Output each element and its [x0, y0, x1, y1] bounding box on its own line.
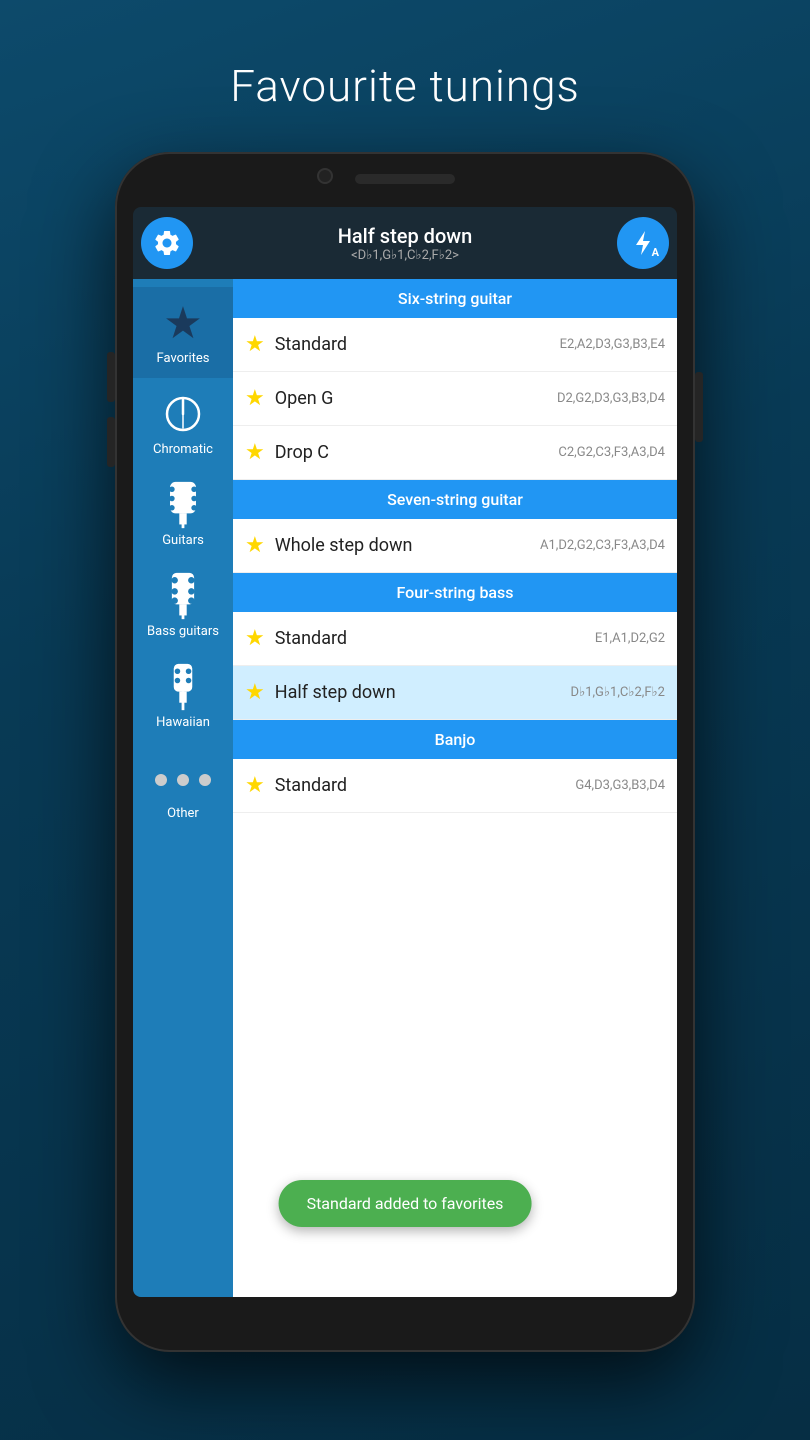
- star-whole-step-down[interactable]: ★: [245, 533, 265, 558]
- tuning-name-standard-bass: Standard: [275, 628, 595, 649]
- tuning-notes-half-step-down-bass: D♭1,G♭1,C♭2,F♭2: [571, 685, 665, 700]
- sidebar-label-guitars: Guitars: [162, 533, 204, 548]
- star-open-g[interactable]: ★: [245, 386, 265, 411]
- tuning-item-standard-6[interactable]: ★ Standard E2,A2,D3,G3,B3,E4: [233, 318, 677, 372]
- sidebar-item-chromatic[interactable]: Chromatic: [133, 378, 233, 469]
- tuning-notes-drop-c: C2,G2,C3,F3,A3,D4: [558, 445, 665, 460]
- sidebar-label-hawaiian: Hawaiian: [156, 715, 210, 730]
- tuning-list[interactable]: Six-string guitar ★ Standard E2,A2,D3,G3…: [233, 279, 677, 1297]
- tuning-notes-standard-bass: E1,A1,D2,G2: [595, 631, 665, 646]
- phone-vol-up: [107, 352, 115, 402]
- sidebar-item-favorites[interactable]: ★ Favorites: [133, 287, 233, 378]
- tuning-name-standard-6: Standard: [275, 334, 560, 355]
- star-drop-c[interactable]: ★: [245, 440, 265, 465]
- section-header-banjo: Banjo: [233, 720, 677, 759]
- bass-headstock-svg: [161, 571, 205, 621]
- other-icon: [159, 754, 207, 802]
- settings-icon: [152, 228, 182, 258]
- section-header-six-string: Six-string guitar: [233, 279, 677, 318]
- tuning-item-drop-c[interactable]: ★ Drop C C2,G2,C3,F3,A3,D4: [233, 426, 677, 480]
- section-header-four-string: Four-string bass: [233, 573, 677, 612]
- star-standard-bass[interactable]: ★: [245, 626, 265, 651]
- sidebar-item-other[interactable]: Other: [133, 742, 233, 833]
- tuning-item-whole-step-down[interactable]: ★ Whole step down A1,D2,G2,C3,F3,A3,D4: [233, 519, 677, 573]
- tuning-notes-standard-6: E2,A2,D3,G3,B3,E4: [560, 337, 665, 352]
- bass-guitars-icon: [159, 572, 207, 620]
- star-half-step-down-bass[interactable]: ★: [245, 680, 265, 705]
- tuning-item-half-step-down-bass[interactable]: ★ Half step down D♭1,G♭1,C♭2,F♭2: [233, 666, 677, 720]
- page-title: Favourite tunings: [230, 60, 580, 112]
- guitars-icon: [159, 481, 207, 529]
- tuning-item-standard-bass[interactable]: ★ Standard E1,A1,D2,G2: [233, 612, 677, 666]
- star-standard-6[interactable]: ★: [245, 332, 265, 357]
- tuning-notes-whole-step-down: A1,D2,G2,C3,F3,A3,D4: [540, 538, 665, 553]
- main-content: ★ Favorites Chromatic: [133, 279, 677, 1297]
- auto-button[interactable]: A: [617, 217, 669, 269]
- dot-3: [199, 774, 211, 786]
- chromatic-svg: [161, 392, 205, 436]
- sidebar: ★ Favorites Chromatic: [133, 279, 233, 1297]
- chromatic-icon: [159, 390, 207, 438]
- phone-vol-down: [107, 417, 115, 467]
- tuning-name: Half step down: [193, 224, 617, 248]
- phone-camera: [317, 168, 333, 184]
- guitar-headstock-svg: [161, 480, 205, 530]
- sidebar-label-other: Other: [167, 806, 199, 821]
- tuning-name-standard-banjo: Standard: [275, 775, 576, 796]
- tuning-name-half-step-down-bass: Half step down: [275, 682, 571, 703]
- top-bar: Half step down <D♭1,G♭1,C♭2,F♭2> A: [133, 207, 677, 279]
- tuning-name-whole-step-down: Whole step down: [275, 535, 540, 556]
- dot-2: [177, 774, 189, 786]
- settings-button[interactable]: [141, 217, 193, 269]
- star-standard-banjo[interactable]: ★: [245, 773, 265, 798]
- phone-wrapper: Half step down <D♭1,G♭1,C♭2,F♭2> A: [115, 152, 695, 1352]
- sidebar-item-hawaiian[interactable]: Hawaiian: [133, 651, 233, 742]
- phone-speaker: [355, 174, 455, 184]
- auto-label: A: [652, 246, 659, 259]
- phone-screen: Half step down <D♭1,G♭1,C♭2,F♭2> A: [133, 207, 677, 1297]
- toast-notification: Standard added to favorites: [279, 1180, 532, 1227]
- other-dots: [155, 774, 211, 786]
- tuning-notes: <D♭1,G♭1,C♭2,F♭2>: [193, 248, 617, 263]
- tuning-notes-standard-banjo: G4,D3,G3,B3,D4: [575, 778, 665, 793]
- tuning-item-open-g[interactable]: ★ Open G D2,G2,D3,G3,B3,D4: [233, 372, 677, 426]
- sidebar-item-guitars[interactable]: Guitars: [133, 469, 233, 560]
- phone-power: [695, 372, 703, 442]
- hawaiian-icon: [159, 663, 207, 711]
- tuning-item-standard-banjo[interactable]: ★ Standard G4,D3,G3,B3,D4: [233, 759, 677, 813]
- sidebar-item-bass-guitars[interactable]: Bass guitars: [133, 560, 233, 651]
- favorites-icon: ★: [159, 299, 207, 347]
- sidebar-label-chromatic: Chromatic: [153, 442, 213, 457]
- section-header-seven-string: Seven-string guitar: [233, 480, 677, 519]
- tuning-name-drop-c: Drop C: [275, 442, 559, 463]
- tuning-name-open-g: Open G: [275, 388, 557, 409]
- phone-frame: Half step down <D♭1,G♭1,C♭2,F♭2> A: [115, 152, 695, 1352]
- sidebar-label-favorites: Favorites: [157, 351, 210, 366]
- top-bar-center: Half step down <D♭1,G♭1,C♭2,F♭2>: [193, 224, 617, 263]
- sidebar-label-bass-guitars: Bass guitars: [147, 624, 219, 639]
- dot-1: [155, 774, 167, 786]
- hawaiian-svg: [161, 662, 205, 712]
- tuning-notes-open-g: D2,G2,D3,G3,B3,D4: [557, 391, 665, 406]
